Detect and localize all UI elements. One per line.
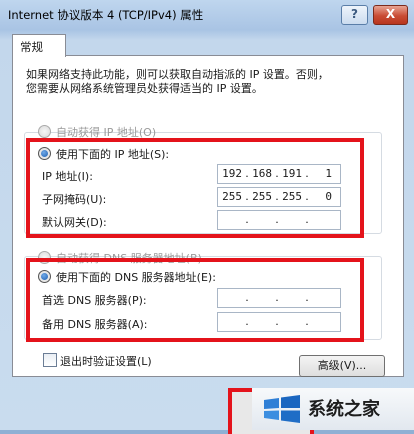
description-line: 您需要从网络系统管理员处获得适当的 IP 设置。 xyxy=(26,82,263,95)
validate-on-exit-label: 退出时验证设置(L) xyxy=(60,355,152,368)
description-line: 如果网络支持此功能，则可以获取自动指派的 IP 设置。否则， xyxy=(26,68,329,81)
ip-auto-radio[interactable] xyxy=(38,125,51,138)
title-bar[interactable]: Internet 协议版本 4 (TCP/IPv4) 属性 ? X xyxy=(0,0,414,30)
window-title: Internet 协议版本 4 (TCP/IPv4) 属性 xyxy=(8,8,204,22)
validate-on-exit-checkbox[interactable] xyxy=(43,353,57,367)
close-button[interactable]: X xyxy=(373,5,408,25)
dialog-window: Internet 协议版本 4 (TCP/IPv4) 属性 ? X 常规 如果网… xyxy=(0,0,414,434)
description: 如果网络支持此功能，则可以获取自动指派的 IP 设置。否则， 您需要从网络系统管… xyxy=(26,68,376,96)
windows-logo-icon xyxy=(264,395,300,423)
tab-general-label: 常规 xyxy=(20,40,43,54)
highlight-box-ip xyxy=(26,138,364,238)
tab-general[interactable]: 常规 xyxy=(12,34,66,57)
advanced-button[interactable]: 高级(V)... xyxy=(299,355,385,377)
help-button[interactable]: ? xyxy=(341,5,368,25)
watermark-logo: 系统之家 xyxy=(252,388,414,430)
watermark-text: 系统之家 xyxy=(308,399,380,420)
highlight-box-dns xyxy=(26,258,364,342)
